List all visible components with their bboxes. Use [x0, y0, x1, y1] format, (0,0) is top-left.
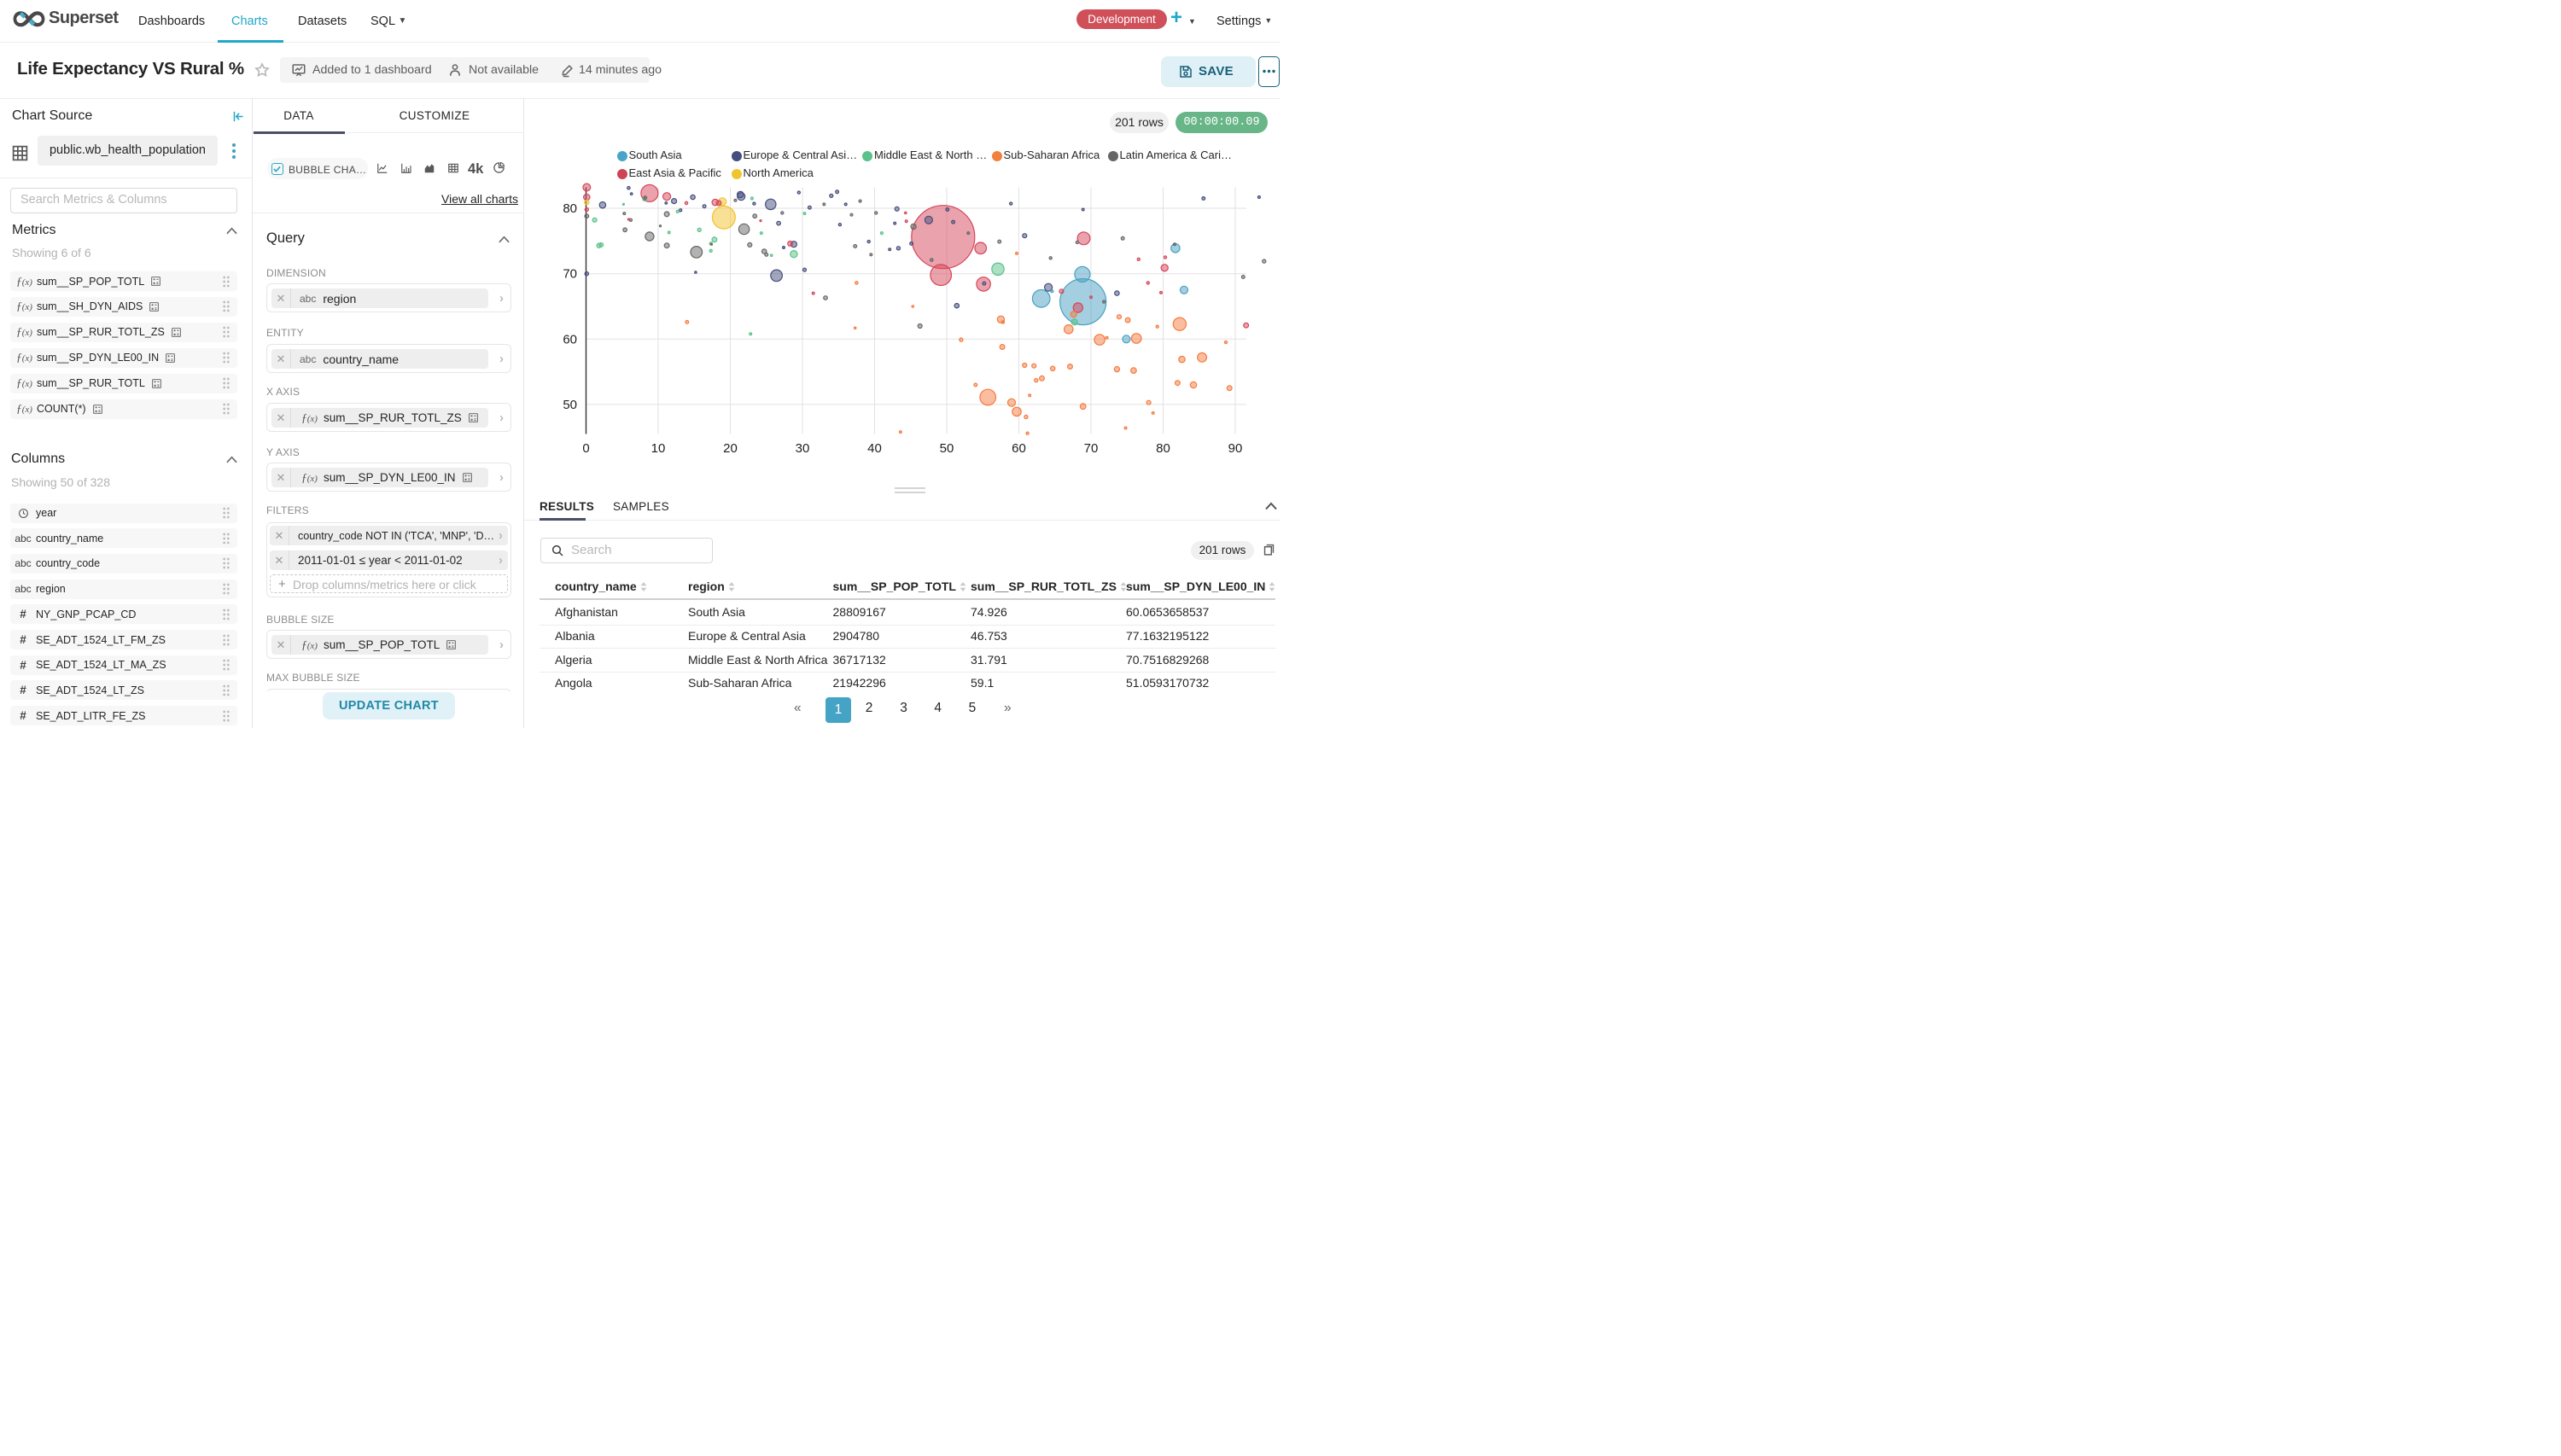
svg-text:50: 50 — [563, 398, 577, 412]
svg-text:70: 70 — [1084, 441, 1099, 456]
svg-text:60: 60 — [563, 332, 577, 347]
svg-text:80: 80 — [1156, 441, 1170, 456]
svg-text:20: 20 — [723, 441, 738, 456]
svg-text:60: 60 — [1012, 441, 1026, 456]
svg-text:80: 80 — [563, 201, 577, 216]
svg-text:10: 10 — [651, 441, 666, 456]
svg-text:70: 70 — [563, 267, 577, 282]
svg-text:90: 90 — [1228, 441, 1243, 456]
svg-text:30: 30 — [796, 441, 810, 456]
svg-text:40: 40 — [867, 441, 882, 456]
svg-text:0: 0 — [582, 441, 589, 456]
svg-text:50: 50 — [940, 441, 954, 456]
